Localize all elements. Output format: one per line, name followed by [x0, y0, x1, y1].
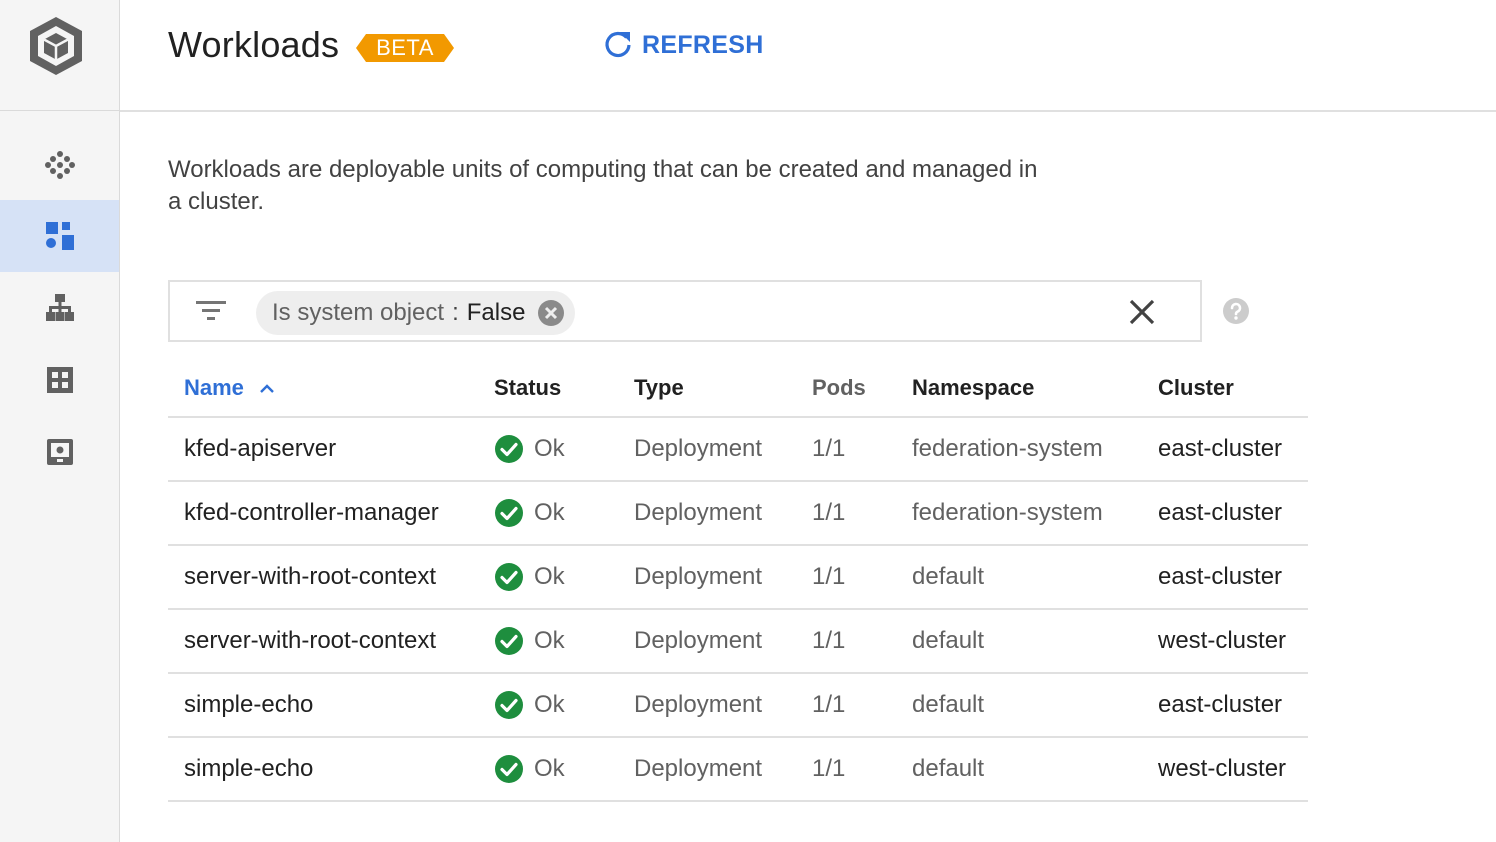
status-cell: Ok [494, 417, 634, 482]
sidebar [0, 0, 120, 842]
status-ok-icon [495, 563, 523, 591]
type-cell: Deployment [634, 673, 812, 738]
services-icon [45, 294, 74, 321]
table-row[interactable]: kfed-controller-manager Ok Deployment 1/… [168, 481, 1308, 546]
pods-cell: 1/1 [812, 673, 912, 738]
pods-cell: 1/1 [812, 481, 912, 546]
namespace-cell: default [912, 545, 1158, 610]
clear-filter-icon[interactable] [1128, 298, 1156, 326]
cluster-cell: east-cluster [1158, 545, 1308, 610]
status-ok-icon [495, 627, 523, 655]
remove-chip-icon[interactable] [537, 299, 565, 327]
sidebar-item-workloads[interactable] [0, 200, 119, 272]
filter-icon[interactable] [196, 300, 226, 322]
status-cell: Ok [494, 481, 634, 546]
status-ok-icon [495, 499, 523, 527]
table-row[interactable]: simple-echo Ok Deployment 1/1 default we… [168, 737, 1308, 802]
refresh-label: REFRESH [642, 30, 764, 59]
namespace-cell: default [912, 737, 1158, 802]
type-cell: Deployment [634, 737, 812, 802]
column-header-cluster[interactable]: Cluster [1158, 360, 1308, 418]
type-cell: Deployment [634, 545, 812, 610]
page-header: Workloads BETA REFRESH [120, 0, 1496, 112]
namespace-cell: federation-system [912, 481, 1158, 546]
refresh-button[interactable]: REFRESH [602, 28, 764, 62]
column-header-type[interactable]: Type [634, 360, 812, 418]
sort-ascending-icon[interactable] [260, 384, 274, 394]
table-row[interactable]: simple-echo Ok Deployment 1/1 default ea… [168, 673, 1308, 738]
workload-name[interactable]: server-with-root-context [168, 609, 494, 674]
cluster-cell: west-cluster [1158, 737, 1308, 802]
type-cell: Deployment [634, 481, 812, 546]
sidebar-item-configuration[interactable] [0, 416, 119, 488]
status-label: Ok [534, 563, 565, 590]
status-cell: Ok [494, 673, 634, 738]
column-header-name-label: Name [184, 375, 244, 400]
beta-badge: BETA [356, 34, 454, 62]
status-label: Ok [534, 435, 565, 462]
status-ok-icon [495, 435, 523, 463]
status-ok-icon [495, 755, 523, 783]
type-cell: Deployment [634, 417, 812, 482]
configuration-icon [46, 439, 73, 465]
workload-name[interactable]: kfed-controller-manager [168, 481, 494, 546]
status-label: Ok [534, 691, 565, 718]
page-description: Workloads are deployable units of comput… [168, 156, 1038, 215]
workloads-icon [45, 222, 74, 250]
pods-cell: 1/1 [812, 545, 912, 610]
status-cell: Ok [494, 737, 634, 802]
pods-cell: 1/1 [812, 609, 912, 674]
table-body: kfed-apiserver Ok Deployment 1/1 federat… [168, 417, 1308, 802]
namespace-cell: default [912, 673, 1158, 738]
clusters-icon [44, 151, 75, 179]
namespace-cell: default [912, 609, 1158, 674]
table-header-row: Name Status Type Pods Namespace Cluster [168, 360, 1308, 418]
filter-chip-separator: : [452, 299, 459, 326]
workload-name[interactable]: simple-echo [168, 673, 494, 738]
table-row[interactable]: server-with-root-context Ok Deployment 1… [168, 609, 1308, 674]
column-header-status[interactable]: Status [494, 360, 634, 418]
status-label: Ok [534, 499, 565, 526]
workload-name[interactable]: server-with-root-context [168, 545, 494, 610]
workloads-table: Name Status Type Pods Namespace Cluster … [168, 360, 1308, 802]
column-header-pods[interactable]: Pods [812, 360, 912, 418]
column-header-namespace[interactable]: Namespace [912, 360, 1158, 418]
pods-cell: 1/1 [812, 737, 912, 802]
cluster-cell: east-cluster [1158, 673, 1308, 738]
status-label: Ok [534, 755, 565, 782]
status-label: Ok [534, 627, 565, 654]
status-cell: Ok [494, 609, 634, 674]
applications-icon [46, 367, 73, 393]
beta-badge-label: BETA [376, 35, 434, 60]
cluster-cell: east-cluster [1158, 481, 1308, 546]
column-header-name[interactable]: Name [168, 360, 494, 418]
product-logo-icon[interactable] [27, 15, 85, 77]
sidebar-item-applications[interactable] [0, 344, 119, 416]
filter-bar[interactable]: Is system object : False [168, 280, 1202, 342]
filter-chip-value: False [466, 299, 526, 326]
sidebar-item-clusters[interactable] [0, 128, 119, 200]
type-cell: Deployment [634, 609, 812, 674]
status-ok-icon [495, 691, 523, 719]
filter-chip-key: Is system object [272, 299, 445, 326]
status-cell: Ok [494, 545, 634, 610]
cluster-cell: west-cluster [1158, 609, 1308, 674]
refresh-icon [605, 31, 631, 58]
help-icon[interactable] [1222, 297, 1250, 325]
workload-name[interactable]: kfed-apiserver [168, 417, 494, 482]
sidebar-item-services[interactable] [0, 272, 119, 344]
logo-area [0, 0, 119, 111]
filter-chip[interactable]: Is system object : False [256, 291, 576, 335]
namespace-cell: federation-system [912, 417, 1158, 482]
page-title: Workloads [168, 24, 340, 65]
table-row[interactable]: kfed-apiserver Ok Deployment 1/1 federat… [168, 417, 1308, 482]
cluster-cell: east-cluster [1158, 417, 1308, 482]
pods-cell: 1/1 [812, 417, 912, 482]
workload-name[interactable]: simple-echo [168, 737, 494, 802]
table-row[interactable]: server-with-root-context Ok Deployment 1… [168, 545, 1308, 610]
